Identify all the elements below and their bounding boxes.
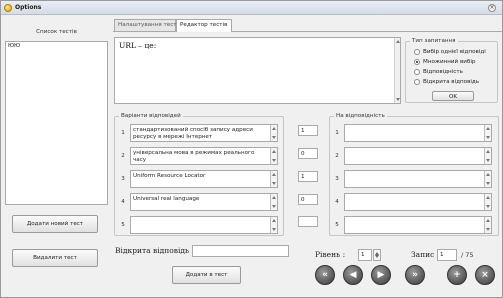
radio-open-answer[interactable]: Відкрита відповідь bbox=[414, 79, 479, 87]
radio-circle-icon bbox=[414, 69, 420, 75]
close-icon[interactable]: × bbox=[488, 4, 496, 12]
match-row-4: 4 bbox=[334, 193, 494, 211]
match-number: 2 bbox=[335, 153, 339, 159]
app-icon bbox=[4, 4, 12, 12]
ok-button[interactable]: OK bbox=[432, 91, 474, 101]
match-input-2[interactable] bbox=[344, 147, 492, 165]
variant-text: стандартизований спосіб запису адреси ре… bbox=[133, 127, 253, 140]
level-input[interactable]: 1 bbox=[358, 249, 372, 261]
variant-number: 3 bbox=[121, 176, 125, 182]
question-type-group: Тип запитання Вибір однієї відповіді Мно… bbox=[405, 38, 498, 103]
variant-spin-icon[interactable] bbox=[270, 217, 277, 233]
radio-circle-icon bbox=[414, 79, 420, 85]
first-record-icon[interactable]: « bbox=[315, 265, 335, 285]
next-record-icon[interactable]: ▶ bbox=[371, 265, 391, 285]
variant-number: 4 bbox=[121, 199, 125, 205]
record-label: Запис bbox=[411, 250, 435, 259]
variant-spin-icon[interactable] bbox=[270, 148, 277, 164]
radio-matching[interactable]: Відповідність bbox=[414, 69, 463, 77]
question-type-legend: Тип запитання bbox=[410, 38, 458, 44]
variant-text: Uniform Resource Locator bbox=[133, 173, 206, 179]
add-record-icon[interactable]: + bbox=[447, 265, 467, 285]
variant-row-3: 3 Uniform Resource Locator bbox=[120, 170, 280, 188]
variant-number: 5 bbox=[121, 222, 125, 228]
title-bar: Options × bbox=[1, 1, 502, 15]
answer-variants-legend: Варіанти відповідей bbox=[119, 113, 183, 119]
add-new-test-button[interactable]: Додати новий тест bbox=[12, 215, 98, 233]
tab-test-editor[interactable]: Редактор тестів bbox=[176, 19, 232, 32]
options-window: Options × Список тестів ЮЮ Додати новий … bbox=[0, 0, 503, 298]
window-title: Options bbox=[15, 4, 42, 11]
radio-selected-icon bbox=[414, 59, 420, 65]
tests-list-header: Список тестів bbox=[36, 29, 77, 35]
level-spin-icon[interactable] bbox=[373, 249, 381, 261]
radio-single-choice[interactable]: Вибір однієї відповіді bbox=[414, 49, 486, 57]
prev-record-icon[interactable]: ◀ bbox=[343, 265, 363, 285]
tab-test-settings[interactable]: Налаштування тесту bbox=[114, 19, 180, 31]
match-row-3: 3 bbox=[334, 170, 494, 188]
score-input-1[interactable]: 1 bbox=[298, 125, 318, 136]
delete-record-icon[interactable]: × bbox=[475, 265, 495, 285]
score-input-2[interactable]: 0 bbox=[298, 148, 318, 159]
variant-text: Universal real language bbox=[133, 196, 200, 202]
match-number: 1 bbox=[335, 130, 339, 136]
variant-row-1: 1 стандартизований спосіб запису адреси … bbox=[120, 124, 280, 142]
variant-spin-icon[interactable] bbox=[270, 125, 277, 141]
last-record-icon[interactable]: » bbox=[405, 265, 425, 285]
match-row-1: 1 bbox=[334, 124, 494, 142]
variant-row-4: 4 Universal real language bbox=[120, 193, 280, 211]
record-total: / 75 bbox=[461, 251, 474, 259]
open-answer-label: Відкрита відповідь bbox=[115, 246, 190, 255]
match-input-4[interactable] bbox=[344, 193, 492, 211]
variant-spin-icon[interactable] bbox=[270, 194, 277, 210]
match-input-3[interactable] bbox=[344, 170, 492, 188]
match-row-2: 2 bbox=[334, 147, 494, 165]
match-input-5[interactable] bbox=[344, 216, 492, 234]
match-number: 3 bbox=[335, 176, 339, 182]
tests-panel: Список тестів ЮЮ Додати новий тест Видал… bbox=[5, 19, 108, 297]
question-text: URL – це: bbox=[119, 41, 157, 50]
level-label: Рівень : bbox=[315, 250, 346, 259]
tests-listbox[interactable]: ЮЮ bbox=[5, 41, 108, 205]
radio-multiple-choice[interactable]: Множинний вибір bbox=[414, 59, 475, 67]
variant-row-5: 5 bbox=[120, 216, 280, 234]
radio-circle-icon bbox=[414, 49, 420, 55]
variant-spin-icon[interactable] bbox=[270, 171, 277, 187]
list-item[interactable]: ЮЮ bbox=[6, 42, 107, 50]
question-textarea[interactable]: URL – це: bbox=[114, 37, 401, 104]
variant-input-2[interactable]: універсальна мова в режимах реального ча… bbox=[130, 147, 278, 165]
variant-input-1[interactable]: стандартизований спосіб запису адреси ре… bbox=[130, 124, 278, 142]
match-row-5: 5 bbox=[334, 216, 494, 234]
match-spin-icon[interactable] bbox=[484, 171, 491, 187]
variant-input-5[interactable] bbox=[130, 216, 278, 234]
delete-test-button[interactable]: Видалити тест bbox=[12, 249, 98, 267]
match-number: 4 bbox=[335, 199, 339, 205]
answer-variants-group: Варіанти відповідей 1 стандартизований с… bbox=[114, 113, 284, 236]
record-input[interactable]: 1 bbox=[437, 249, 457, 261]
open-answer-input[interactable] bbox=[192, 245, 289, 257]
score-input-3[interactable]: 1 bbox=[298, 171, 318, 182]
matching-legend: На відповідність bbox=[334, 113, 387, 119]
matching-group: На відповідність 1 2 3 4 5 bbox=[329, 113, 499, 236]
match-spin-icon[interactable] bbox=[484, 217, 491, 233]
add-to-test-button[interactable]: Додати в тест bbox=[172, 266, 241, 284]
score-input-4[interactable]: 0 bbox=[298, 194, 318, 205]
match-spin-icon[interactable] bbox=[484, 125, 491, 141]
question-scrollbar[interactable] bbox=[394, 38, 400, 103]
match-input-1[interactable] bbox=[344, 124, 492, 142]
variant-input-3[interactable]: Uniform Resource Locator bbox=[130, 170, 278, 188]
match-spin-icon[interactable] bbox=[484, 194, 491, 210]
variant-input-4[interactable]: Universal real language bbox=[130, 193, 278, 211]
match-number: 5 bbox=[335, 222, 339, 228]
variant-row-2: 2 універсальна мова в режимах реального … bbox=[120, 147, 280, 165]
variant-number: 1 bbox=[121, 130, 125, 136]
variant-number: 2 bbox=[121, 153, 125, 159]
match-spin-icon[interactable] bbox=[484, 148, 491, 164]
score-input-5[interactable] bbox=[298, 216, 318, 227]
variant-text: універсальна мова в режимах реального ча… bbox=[133, 150, 255, 163]
